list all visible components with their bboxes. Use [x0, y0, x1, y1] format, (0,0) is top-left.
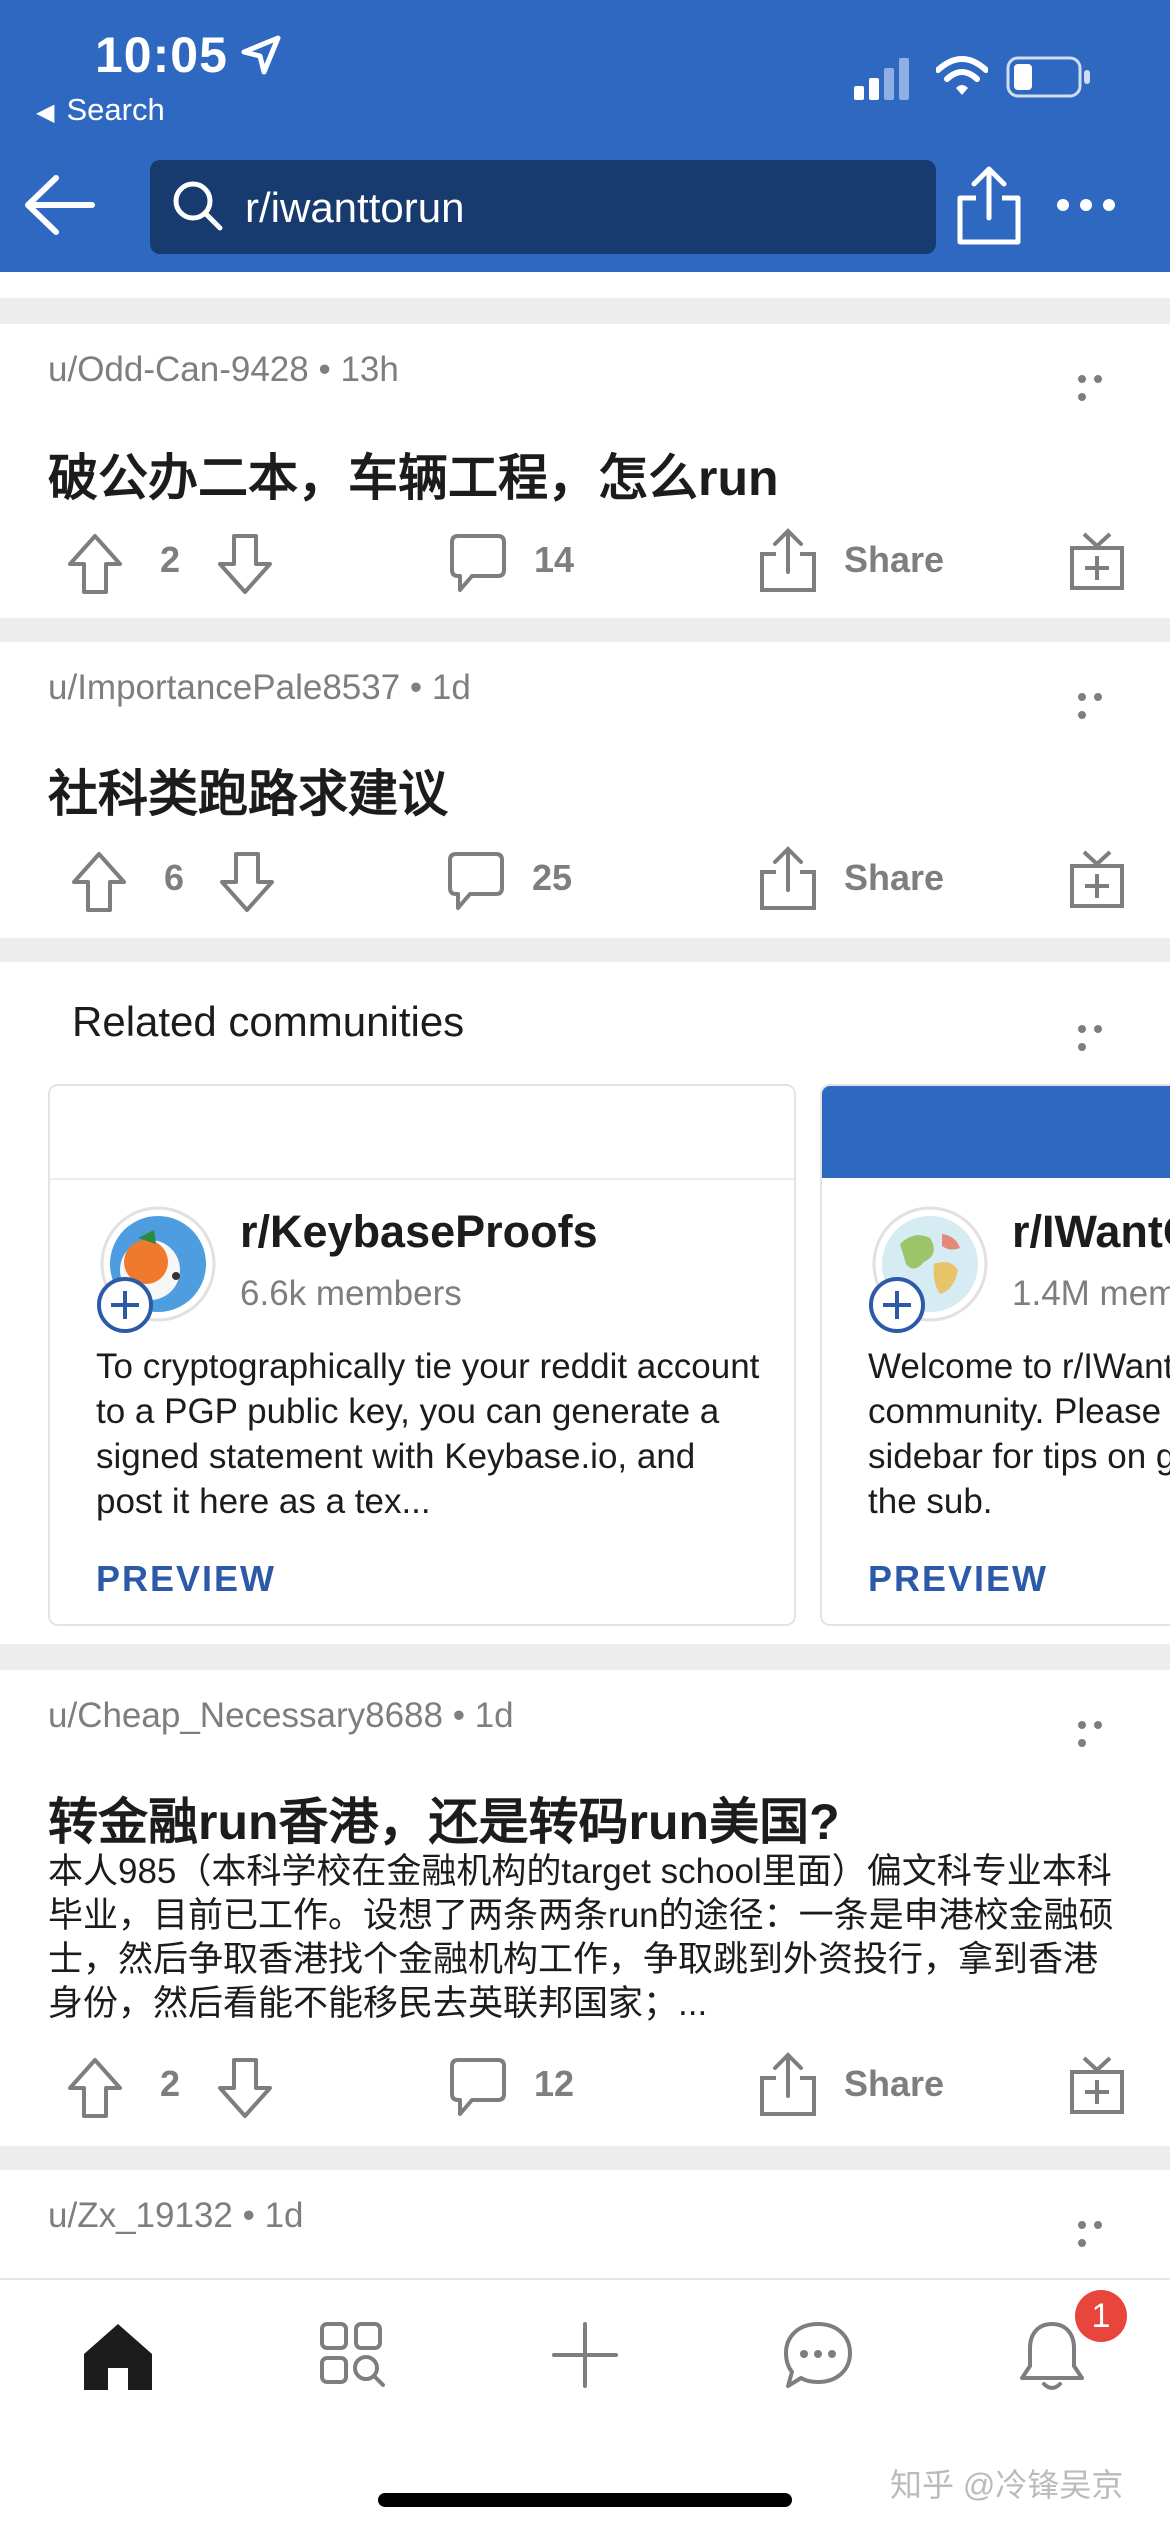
comment-icon[interactable] — [448, 532, 508, 594]
comment-count[interactable]: 14 — [534, 539, 574, 581]
share-button[interactable]: Share — [844, 539, 944, 581]
app-header: 10:05 ◀ Search r/iwanttorun — [0, 0, 1170, 272]
post-age: 1d — [474, 1696, 514, 1735]
post-meta: u/Odd-Can-9428 • 13h — [48, 350, 399, 389]
search-icon — [173, 181, 223, 231]
community-description: Welcome to r/IWantOut, the expatriate co… — [868, 1347, 1170, 1521]
vote-count: 2 — [160, 539, 181, 580]
comment-icon[interactable] — [448, 2056, 508, 2118]
battery-icon — [1006, 56, 1090, 98]
post-more-icon[interactable] — [1078, 370, 1122, 401]
community-name[interactable]: r/IWantOut — [1012, 1206, 1170, 1258]
post-meta: u/Cheap_Necessary8688 • 1d — [48, 1696, 514, 1735]
award-gift-icon[interactable] — [1068, 2054, 1126, 2116]
share-icon[interactable] — [954, 164, 1024, 246]
downvote-icon[interactable] — [216, 532, 274, 596]
post-title[interactable]: 社科类跑路求建议 — [48, 754, 448, 826]
post-age: 13h — [340, 350, 399, 389]
create-post-icon[interactable] — [550, 2320, 620, 2390]
share-button[interactable]: Share — [844, 2063, 944, 2105]
post-author[interactable]: u/Odd-Can-9428 — [48, 350, 309, 389]
community-card[interactable]: r/KeybaseProofs 6.6k members To cryptogr… — [48, 1084, 796, 1626]
post-author[interactable]: u/Zx_19132 — [48, 2196, 233, 2235]
section-more-icon[interactable] — [1078, 1020, 1122, 1051]
home-icon[interactable] — [80, 2320, 156, 2392]
post-age: 1d — [264, 2196, 304, 2235]
community-banner — [50, 1086, 794, 1180]
back-triangle-icon: ◀ — [36, 99, 55, 126]
share-icon[interactable] — [758, 2052, 818, 2118]
share-icon[interactable] — [758, 528, 818, 594]
post-title[interactable]: 转金融run香港，还是转码run美国? — [48, 1782, 840, 1854]
vote-count: 2 — [160, 2063, 181, 2104]
discover-communities-icon[interactable] — [318, 2320, 386, 2388]
search-query[interactable]: r/iwanttorun — [245, 184, 464, 232]
community-description: To cryptographically tie your reddit acc… — [96, 1347, 760, 1521]
watermark: 知乎 @冷锋吴京 — [890, 2467, 1124, 2503]
community-card[interactable]: r/IWantOut 1.4M members Welcome to r/IWa… — [820, 1084, 1170, 1626]
section-heading: Related communities — [72, 998, 465, 1045]
notifications-bell-icon[interactable] — [1016, 2318, 1088, 2394]
award-gift-icon[interactable] — [1068, 848, 1126, 910]
back-arrow-icon[interactable] — [22, 168, 96, 242]
chat-icon[interactable] — [782, 2320, 854, 2392]
downvote-icon[interactable] — [218, 850, 276, 914]
cellular-signal-icon — [854, 58, 909, 100]
post-card[interactable]: u/ImportancePale8537 • 1d 社科类跑路求建议 6 25 … — [0, 642, 1170, 938]
vote-count: 6 — [164, 857, 185, 898]
wifi-icon — [936, 56, 988, 95]
post-body[interactable]: 本人985（本科学校在金融机构的target school里面）偏文科专业本科毕… — [48, 1850, 1122, 2026]
post-card[interactable]: u/Cheap_Necessary8688 • 1d 转金融run香港，还是转码… — [0, 1670, 1170, 2146]
join-community-icon[interactable] — [96, 1276, 154, 1334]
post-more-icon[interactable] — [1078, 688, 1122, 719]
share-button[interactable]: Share — [844, 857, 944, 899]
upvote-icon[interactable] — [66, 532, 124, 596]
status-time: 10:05 — [95, 27, 228, 83]
downvote-icon[interactable] — [216, 2056, 274, 2120]
upvote-icon[interactable] — [66, 2056, 124, 2120]
upvote-icon[interactable] — [70, 850, 128, 914]
comment-count[interactable]: 25 — [532, 857, 572, 899]
home-indicator[interactable] — [378, 2493, 792, 2507]
post-author[interactable]: u/Cheap_Necessary8688 — [48, 1696, 443, 1735]
notification-badge: 1 — [1075, 2290, 1127, 2342]
community-name[interactable]: r/KeybaseProofs — [240, 1206, 598, 1258]
post-meta: u/Zx_19132 • 1d — [48, 2196, 304, 2235]
post-title[interactable]: 破公办二本，车辆工程，怎么run — [48, 438, 779, 510]
post-more-icon[interactable] — [1078, 2216, 1122, 2247]
preview-button[interactable]: PREVIEW — [96, 1558, 276, 1600]
post-meta: u/ImportancePale8537 • 1d — [48, 668, 471, 707]
comment-count[interactable]: 12 — [534, 2063, 574, 2105]
location-arrow-icon — [241, 35, 281, 75]
share-icon[interactable] — [758, 846, 818, 912]
community-banner — [822, 1086, 1170, 1178]
back-app-label: Search — [66, 92, 165, 127]
comment-icon[interactable] — [446, 850, 506, 912]
join-community-icon[interactable] — [868, 1276, 926, 1334]
preview-button[interactable]: PREVIEW — [868, 1558, 1048, 1600]
back-to-search-link[interactable]: ◀ Search — [36, 92, 165, 128]
post-author[interactable]: u/ImportancePale8537 — [48, 668, 400, 707]
previous-post-remainder — [0, 272, 1170, 298]
more-options-icon[interactable] — [1056, 198, 1116, 212]
community-members: 1.4M members — [1012, 1274, 1170, 1313]
post-more-icon[interactable] — [1078, 1716, 1122, 1747]
post-age: 1d — [431, 668, 471, 707]
post-card[interactable]: u/Odd-Can-9428 • 13h 破公办二本，车辆工程，怎么run 2 … — [0, 324, 1170, 618]
post-card[interactable]: u/Zx_19132 • 1d — [0, 2170, 1170, 2290]
community-members: 6.6k members — [240, 1274, 462, 1313]
award-gift-icon[interactable] — [1068, 530, 1126, 592]
